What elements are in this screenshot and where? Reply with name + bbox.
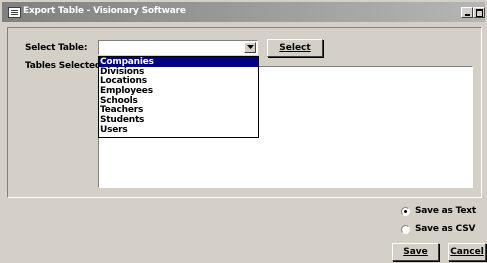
select-table-combo[interactable] bbox=[98, 40, 258, 55]
cancel-button-label: Cancel bbox=[450, 247, 484, 257]
combo-dropdown-button[interactable] bbox=[244, 42, 256, 53]
title-bar[interactable]: Export Table - Visionary Software bbox=[2, 2, 485, 22]
save-as-csv-label: Save as CSV bbox=[415, 224, 476, 234]
dropdown-item[interactable]: Schools bbox=[99, 96, 258, 106]
save-as-text-label: Save as Text bbox=[415, 206, 476, 216]
table-dropdown-list[interactable]: Companies Divisions Locations Employees Scho… bbox=[98, 56, 259, 138]
radio-circle bbox=[401, 207, 410, 216]
dropdown-item[interactable]: Companies bbox=[99, 57, 258, 67]
dropdown-item[interactable]: Employees bbox=[99, 86, 258, 96]
dropdown-item[interactable]: Divisions bbox=[99, 67, 258, 77]
save-button-label: Save bbox=[403, 247, 428, 257]
dropdown-item[interactable]: Users bbox=[99, 125, 258, 135]
window-title: Export Table - Visionary Software bbox=[23, 6, 186, 16]
maximize-icon[interactable] bbox=[473, 7, 485, 18]
cancel-button[interactable]: Cancel bbox=[448, 243, 486, 261]
dropdown-item[interactable]: Students bbox=[99, 115, 258, 125]
select-button-label: Select bbox=[279, 43, 311, 53]
app-window-icon bbox=[8, 7, 21, 18]
chevron-down-icon bbox=[247, 45, 254, 49]
save-button[interactable]: Save bbox=[392, 243, 439, 261]
minimize-icon[interactable] bbox=[461, 7, 473, 18]
select-button[interactable]: Select bbox=[267, 39, 323, 57]
radio-circle bbox=[401, 225, 410, 234]
export-table-window: Export Table - Visionary Software Select… bbox=[0, 0, 487, 263]
dropdown-item[interactable]: Locations bbox=[99, 76, 258, 87]
select-table-label: Select Table: bbox=[25, 43, 88, 53]
tables-selected-label: Tables Selected: bbox=[25, 61, 105, 71]
dropdown-item[interactable]: Teachers bbox=[99, 105, 258, 116]
